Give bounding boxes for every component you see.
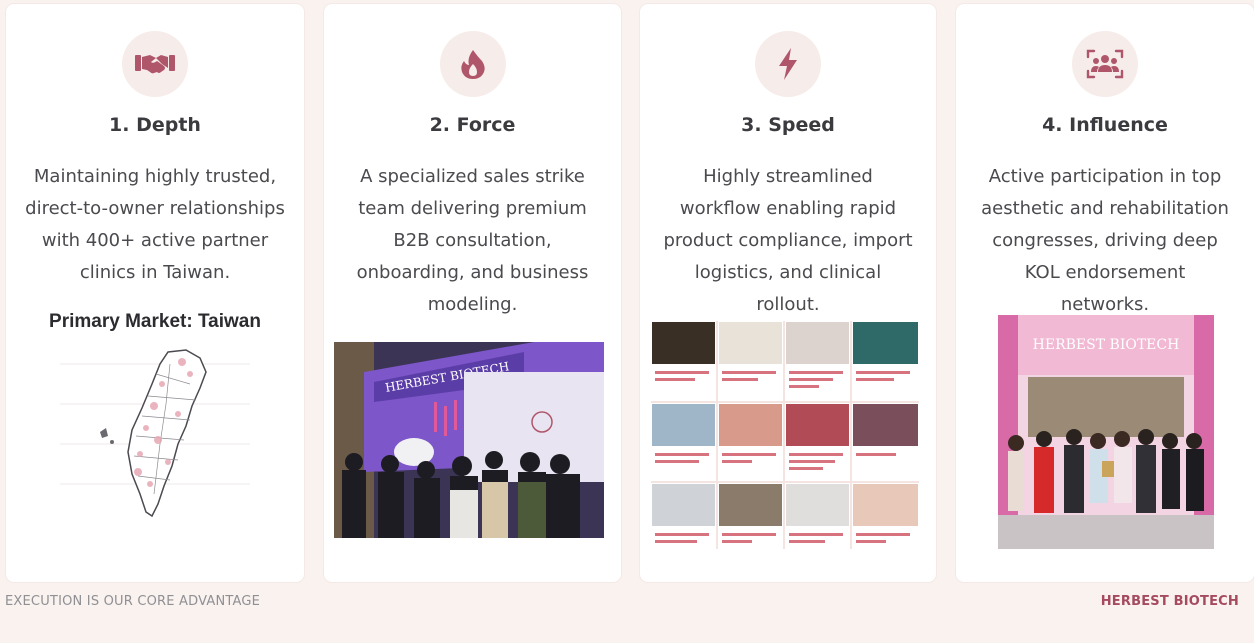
fire-icon-circle (439, 31, 506, 97)
advantages-cards: 1. Depth Maintaining highly trusted, dir… (6, 4, 1254, 582)
users-scan-icon-circle (1072, 31, 1138, 97)
card-title: 4. Influence (1042, 114, 1168, 136)
trade-show-booth-photo: HERBEST BIOTECH (334, 342, 604, 538)
card-speed: 3. Speed Highly streamlined workflow ena… (640, 4, 936, 582)
card-title: 2. Force (429, 114, 516, 136)
handshake-icon-circle (122, 31, 188, 97)
bolt-icon-circle (755, 31, 821, 97)
fire-icon (460, 50, 485, 79)
taiwan-map-image (60, 349, 250, 518)
booth-sign-text: HERBEST BIOTECH (1033, 337, 1180, 353)
card-title: 1. Depth (109, 114, 201, 136)
handshake-icon (135, 55, 175, 74)
card-title: 3. Speed (741, 114, 835, 136)
users-scan-icon (1086, 49, 1124, 79)
card-description: Highly streamlined workflow enabling rap… (663, 166, 913, 315)
footer-tagline: EXECUTION IS OUR CORE ADVANTAGE (5, 594, 261, 609)
news-articles-collage (651, 321, 919, 549)
card-influence: 4. Influence Active participation in top… (956, 4, 1254, 582)
card-force: 2. Force A specialized sales strike team… (324, 4, 621, 582)
card-description: Maintaining highly trusted, direct-to-ow… (25, 166, 285, 283)
footer-brand: HERBEST BIOTECH (1100, 594, 1239, 609)
card-description: Active participation in top aesthetic an… (981, 166, 1229, 315)
primary-market-title: Primary Market: Taiwan (49, 311, 261, 332)
bolt-icon (779, 48, 797, 80)
card-description: A specialized sales strike team deliveri… (356, 166, 589, 315)
card-depth: 1. Depth Maintaining highly trusted, dir… (6, 4, 304, 582)
team-booth-photo: HERBEST BIOTECH (998, 315, 1214, 549)
